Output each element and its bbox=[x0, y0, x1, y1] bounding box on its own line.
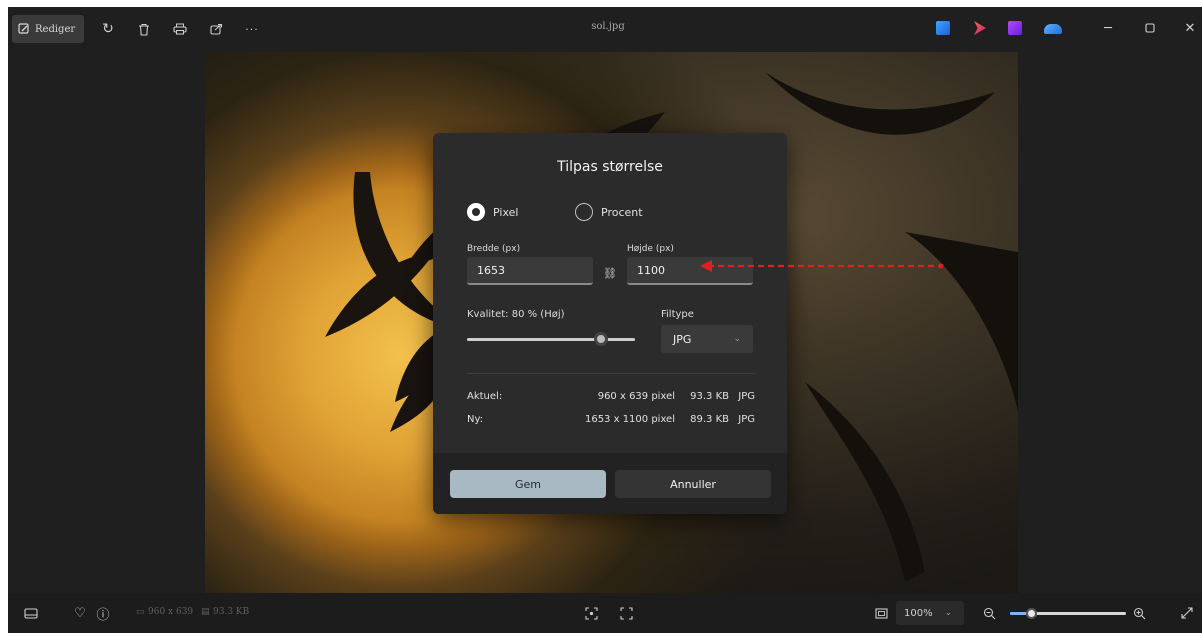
fit-to-window-button[interactable] bbox=[617, 604, 635, 622]
radio-pixel-label: Pixel bbox=[493, 205, 519, 219]
more-icon: ··· bbox=[245, 22, 259, 36]
new-type: JPG bbox=[738, 414, 755, 425]
file-size: 93.3 KB bbox=[213, 607, 250, 617]
cancel-button[interactable]: Annuller bbox=[615, 470, 771, 498]
quality-slider[interactable] bbox=[467, 332, 635, 346]
fullscreen-button[interactable] bbox=[1178, 604, 1196, 622]
edit-button[interactable]: Rediger bbox=[12, 15, 84, 43]
rotate-icon: ↻ bbox=[102, 21, 114, 37]
height-input[interactable]: 1100 bbox=[627, 257, 753, 285]
print-button[interactable] bbox=[166, 15, 194, 43]
onedrive-icon[interactable] bbox=[1044, 24, 1062, 34]
chevron-down-icon: ⌄ bbox=[733, 334, 741, 344]
window-title: sol.jpg bbox=[591, 21, 625, 32]
dialog-footer: Gem Annuller bbox=[433, 453, 787, 514]
filetype-value: JPG bbox=[673, 332, 692, 346]
rotate-button[interactable]: ↻ bbox=[94, 15, 122, 43]
new-dims: 1653 x 1100 pixel bbox=[584, 414, 675, 425]
radio-percent[interactable]: Procent bbox=[575, 203, 643, 221]
current-type: JPG bbox=[738, 391, 755, 402]
height-value: 1100 bbox=[637, 263, 665, 277]
link-icon[interactable]: ⛓ bbox=[603, 267, 617, 280]
print-icon bbox=[173, 23, 187, 35]
bottom-bar: ♡ ⓘ ▭ 960 x 639 ▤ 93.3 KB 100% ⌄ bbox=[8, 593, 1202, 633]
new-label: Ny: bbox=[467, 414, 484, 425]
title-bar: Rediger ↻ ··· sol.jpg ─ ✕ bbox=[8, 7, 1202, 51]
filetype-select[interactable]: JPG ⌄ bbox=[661, 325, 753, 353]
minimize-button[interactable]: ─ bbox=[1094, 17, 1122, 39]
share-button[interactable] bbox=[202, 15, 230, 43]
radio-pixel[interactable]: Pixel bbox=[467, 203, 518, 221]
video-editor-icon[interactable] bbox=[1008, 21, 1022, 35]
width-label: Bredde (px) bbox=[467, 244, 521, 254]
resize-dialog: Tilpas størrelse Pixel Procent Bredde (p… bbox=[433, 133, 787, 514]
info-icon: ⓘ bbox=[96, 607, 110, 623]
zoom-select[interactable]: 100% ⌄ bbox=[896, 601, 964, 625]
zoom-out-button[interactable] bbox=[980, 604, 998, 622]
actual-size-button[interactable] bbox=[582, 604, 600, 622]
actual-size-icon bbox=[584, 606, 598, 620]
zoom-in-button[interactable] bbox=[1130, 604, 1148, 622]
minimize-icon: ─ bbox=[1104, 20, 1112, 36]
heart-icon: ♡ bbox=[74, 605, 86, 621]
zoom-out-icon bbox=[983, 607, 995, 619]
photo-app-icon[interactable] bbox=[936, 21, 950, 35]
image-dimensions-icon: ▭ bbox=[136, 607, 145, 617]
current-dims: 960 x 639 pixel bbox=[597, 391, 675, 402]
aspect-button[interactable] bbox=[872, 604, 890, 622]
filmstrip-button[interactable] bbox=[22, 604, 40, 622]
filmstrip-icon bbox=[24, 607, 38, 619]
app-shortcuts bbox=[936, 21, 1062, 35]
fit-to-window-icon bbox=[619, 606, 633, 620]
maximize-icon bbox=[1145, 23, 1155, 33]
clipchamp-icon[interactable] bbox=[974, 21, 986, 35]
favorite-button[interactable]: ♡ bbox=[71, 604, 89, 622]
filetype-label: Filtype bbox=[661, 309, 694, 320]
edit-button-label: Rediger bbox=[35, 23, 76, 35]
radio-percent-label: Procent bbox=[601, 205, 643, 219]
radio-percent-indicator bbox=[575, 203, 593, 221]
maximize-button[interactable] bbox=[1136, 17, 1164, 39]
expand-icon bbox=[1181, 607, 1193, 619]
current-info-row: Aktuel: 960 x 639 pixel 93.3 KB JPG bbox=[467, 391, 755, 402]
width-input[interactable]: 1653 bbox=[467, 257, 593, 285]
zoom-slider[interactable] bbox=[1010, 608, 1126, 619]
zoom-slider-thumb[interactable] bbox=[1025, 608, 1037, 619]
share-icon bbox=[209, 23, 222, 35]
current-label: Aktuel: bbox=[467, 391, 503, 402]
close-button[interactable]: ✕ bbox=[1176, 17, 1202, 39]
dialog-divider bbox=[467, 373, 755, 374]
dialog-title: Tilpas størrelse bbox=[557, 159, 663, 175]
aspect-icon bbox=[874, 607, 888, 619]
more-button[interactable]: ··· bbox=[238, 15, 266, 43]
image-dimensions: 960 x 639 bbox=[148, 607, 194, 617]
quality-label: Kvalitet: 80 % (Høj) bbox=[467, 309, 565, 320]
chevron-down-icon: ⌄ bbox=[944, 608, 953, 618]
delete-button[interactable] bbox=[130, 15, 158, 43]
quality-slider-thumb[interactable] bbox=[594, 332, 609, 346]
close-icon: ✕ bbox=[1184, 20, 1196, 36]
zoom-value: 100% bbox=[904, 607, 933, 619]
photos-window: Rediger ↻ ··· sol.jpg ─ ✕ ♡ ⓘ ▭ 960 x 63… bbox=[8, 7, 1202, 633]
file-size-icon: ▤ bbox=[201, 607, 210, 617]
edit-icon bbox=[18, 23, 29, 34]
save-button[interactable]: Gem bbox=[450, 470, 606, 498]
info-button[interactable]: ⓘ bbox=[94, 604, 112, 623]
width-value: 1653 bbox=[477, 263, 505, 277]
zoom-in-icon bbox=[1133, 607, 1145, 619]
trash-icon bbox=[139, 23, 149, 36]
radio-pixel-indicator bbox=[467, 203, 485, 221]
current-size: 93.3 KB bbox=[690, 391, 729, 402]
new-info-row: Ny: 1653 x 1100 pixel 89.3 KB JPG bbox=[467, 414, 755, 425]
height-label: Højde (px) bbox=[627, 244, 674, 254]
new-size: 89.3 KB bbox=[690, 414, 729, 425]
